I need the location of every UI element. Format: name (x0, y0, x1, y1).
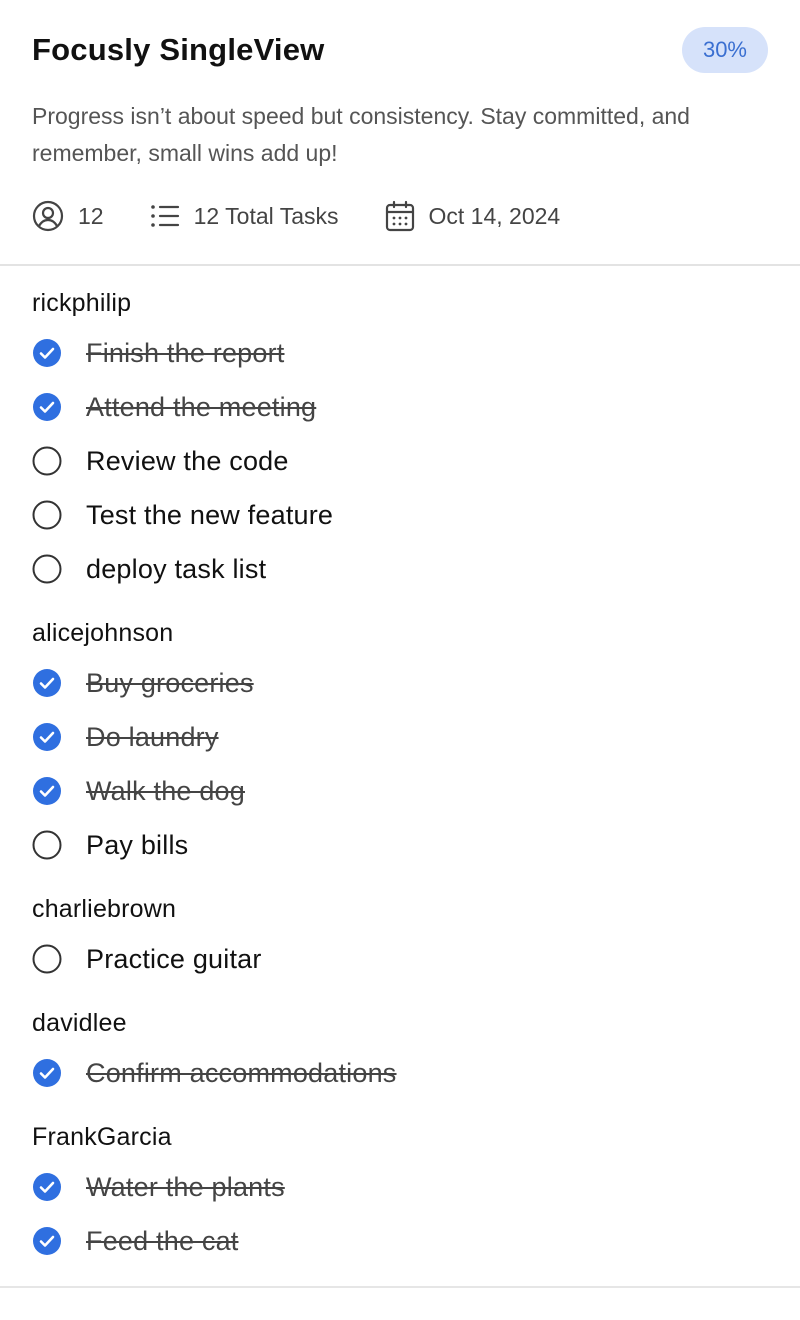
task-item[interactable]: Finish the report (32, 326, 768, 380)
meta-row: 12 12 Total Tasks Oct 14, 2024 (32, 200, 768, 232)
page-title: Focusly SingleView (32, 32, 325, 67)
task-label: Confirm accommodations (86, 1057, 397, 1088)
checked-circle-icon[interactable] (32, 722, 62, 752)
task-group: FrankGarcia Water the plants Feed the cat (32, 1114, 768, 1268)
members-count-text: 12 (78, 202, 104, 229)
task-label: Water the plants (86, 1171, 285, 1202)
checked-circle-icon[interactable] (32, 1226, 62, 1256)
task-label: deploy task list (86, 553, 267, 584)
task-label: Feed the cat (86, 1225, 239, 1256)
checked-circle-icon[interactable] (32, 338, 62, 368)
list-icon (150, 203, 180, 229)
group-owner-name: alicejohnson (32, 619, 174, 647)
app-root: Focusly SingleView 30% Progress isn’t ab… (0, 0, 800, 1320)
progress-badge: 30% (681, 27, 768, 73)
task-label: Attend the meeting (86, 391, 317, 422)
task-item[interactable]: Feed the cat (32, 1214, 768, 1268)
checked-circle-icon[interactable] (32, 776, 62, 806)
task-label: Review the code (86, 445, 289, 476)
task-label: Test the new feature (86, 499, 334, 530)
checked-circle-icon[interactable] (32, 1058, 62, 1088)
unchecked-circle-icon[interactable] (32, 446, 62, 476)
task-item[interactable]: Review the code (32, 434, 768, 488)
task-label: Walk the dog (86, 775, 245, 806)
user-circle-icon (32, 200, 64, 232)
group-owner-name: FrankGarcia (32, 1123, 172, 1151)
total-tasks: 12 Total Tasks (150, 203, 339, 230)
task-groups: rickphilip Finish the report Attend the me… (0, 266, 800, 1286)
task-group: davidlee Confirm accommodations (32, 1000, 768, 1100)
task-label: Finish the report (86, 337, 285, 368)
task-label: Pay bills (86, 829, 189, 860)
due-date-text: Oct 14, 2024 (428, 202, 561, 229)
calendar-icon (385, 200, 415, 232)
total-tasks-text: 12 Total Tasks (193, 202, 339, 229)
task-item[interactable]: Attend the meeting (32, 380, 768, 434)
checked-circle-icon[interactable] (32, 392, 62, 422)
header: Focusly SingleView 30% Progress isn’t ab… (0, 0, 800, 266)
task-item[interactable]: Water the plants (32, 1160, 768, 1214)
subtitle: Progress isn’t about speed but consisten… (32, 103, 690, 166)
task-item[interactable]: Pay bills (32, 818, 768, 872)
task-label: Buy groceries (86, 667, 254, 698)
task-group: alicejohnson Buy groceries Do laundry Walk … (32, 610, 768, 872)
task-item[interactable]: Buy groceries (32, 656, 768, 710)
task-item[interactable]: Confirm accommodations (32, 1046, 768, 1100)
task-item[interactable]: Do laundry (32, 710, 768, 764)
due-date: Oct 14, 2024 (385, 200, 561, 232)
checked-circle-icon[interactable] (32, 1172, 62, 1202)
unchecked-circle-icon[interactable] (32, 944, 62, 974)
unchecked-circle-icon[interactable] (32, 830, 62, 860)
bottom-bar (0, 1286, 800, 1320)
members-count: 12 (32, 200, 104, 232)
group-owner-name: davidlee (32, 1009, 127, 1037)
task-item[interactable]: Test the new feature (32, 488, 768, 542)
checked-circle-icon[interactable] (32, 668, 62, 698)
task-label: Practice guitar (86, 943, 262, 974)
task-item[interactable]: Practice guitar (32, 932, 768, 986)
unchecked-circle-icon[interactable] (32, 554, 62, 584)
task-group: rickphilip Finish the report Attend the me… (32, 280, 768, 596)
task-item[interactable]: Walk the dog (32, 764, 768, 818)
group-owner-name: charliebrown (32, 895, 177, 923)
group-owner-name: rickphilip (32, 289, 132, 317)
task-item[interactable]: deploy task list (32, 542, 768, 596)
unchecked-circle-icon[interactable] (32, 500, 62, 530)
task-label: Do laundry (86, 721, 219, 752)
task-group: charliebrown Practice guitar (32, 886, 768, 986)
title-row: Focusly SingleView 30% (32, 26, 768, 74)
